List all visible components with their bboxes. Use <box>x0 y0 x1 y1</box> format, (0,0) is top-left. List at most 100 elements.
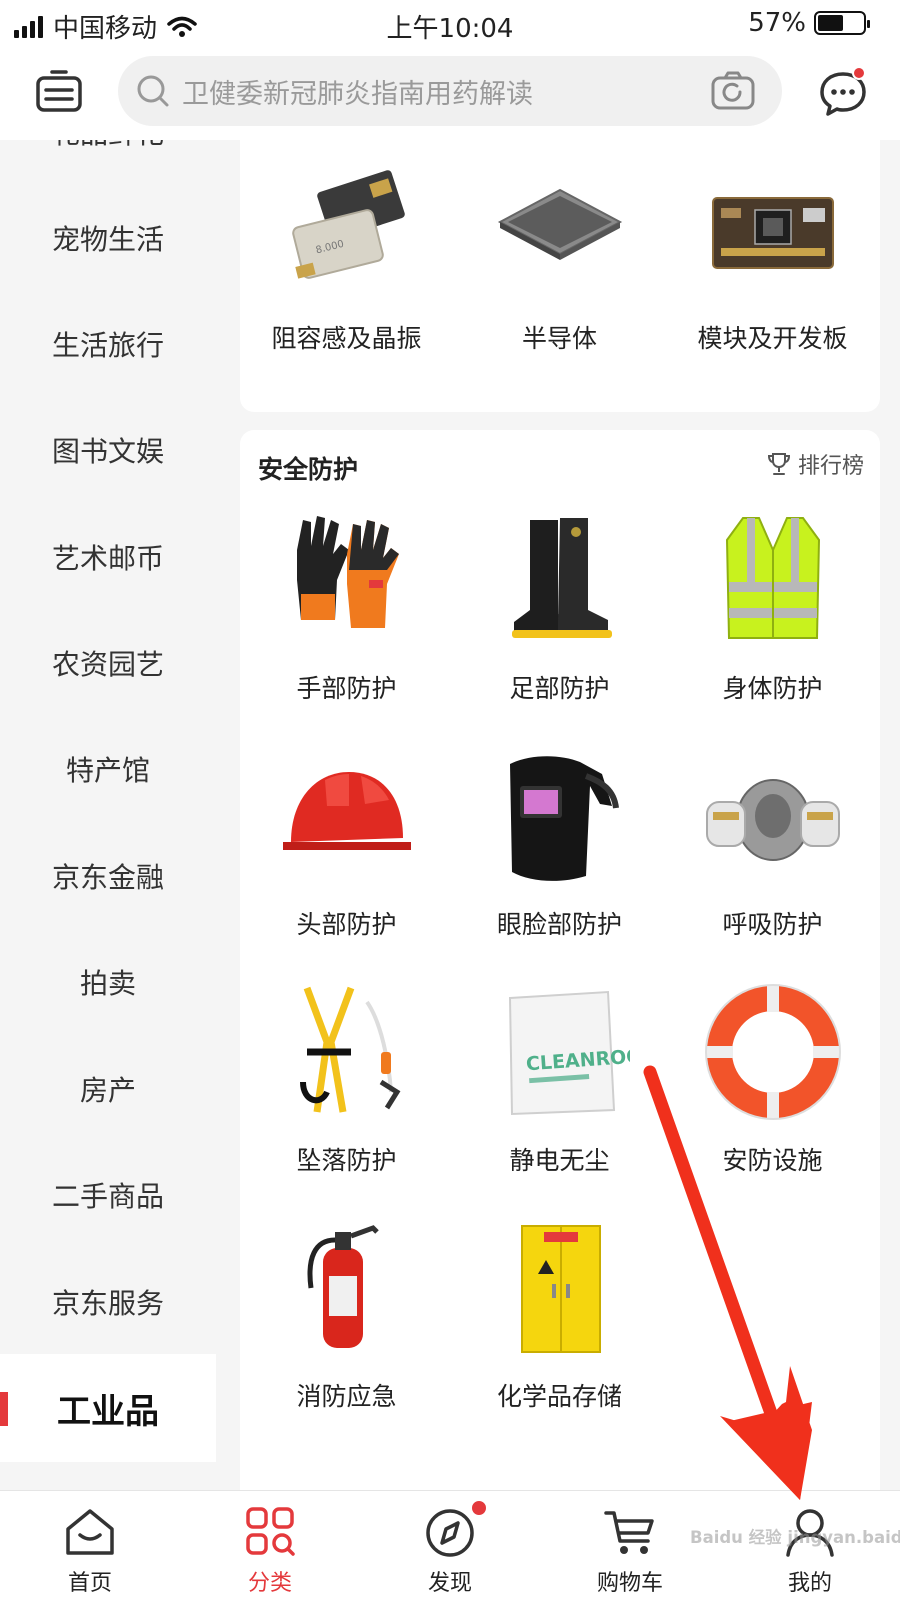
status-right: 57% <box>748 8 870 38</box>
sidebar-item-secondhand[interactable]: 二手商品 <box>0 1141 216 1249</box>
gloves-icon <box>296 516 399 628</box>
electronics-card: 8.000 阻容感及晶振 半导体 模块及开发板 <box>240 140 880 412</box>
product-fall-protection[interactable]: 坠落防护 <box>240 982 453 1177</box>
product-label: 坠落防护 <box>296 1146 397 1175</box>
respirator-icon <box>705 779 840 861</box>
product-label: 呼吸防护 <box>722 910 823 939</box>
tab-home[interactable]: 首页 <box>0 1491 180 1600</box>
sidebar-item-industrial[interactable]: 工业品 <box>0 1354 216 1462</box>
camera-icon[interactable] <box>710 70 756 112</box>
product-crystal-oscillator[interactable]: 8.000 阻容感及晶振 <box>240 160 453 355</box>
header-bar: 卫健委新冠肺炎指南用药解读 <box>0 48 900 140</box>
product-label: 安防设施 <box>722 1146 823 1175</box>
product-label: 消防应急 <box>296 1382 397 1411</box>
chemical-cabinet-icon <box>520 1225 601 1353</box>
lifebuoy-icon <box>704 984 841 1120</box>
product-label: 半导体 <box>521 324 597 353</box>
search-bar[interactable]: 卫健委新冠肺炎指南用药解读 <box>118 56 782 126</box>
sidebar-item-label: 图书文娱 <box>51 435 164 468</box>
trophy-icon <box>767 453 790 475</box>
harness-icon <box>299 986 400 1113</box>
sidebar-item-travel[interactable]: 生活旅行 <box>0 290 216 398</box>
sidebar-item-label: 艺术邮币 <box>51 542 164 575</box>
product-label: 眼脸部防护 <box>496 910 622 939</box>
ranking-label: 排行榜 <box>797 454 864 479</box>
battery-percent: 57% <box>748 8 806 38</box>
sidebar-item-label: 拍卖 <box>79 967 136 1000</box>
sidebar-item-books[interactable]: 图书文娱 <box>0 396 216 504</box>
sidebar-item-specialty[interactable]: 特产馆 <box>0 715 216 823</box>
sidebar-item-label: 京东服务 <box>51 1287 164 1320</box>
product-chemical-storage[interactable]: 化学品存储 <box>453 1218 666 1413</box>
product-fire-emergency[interactable]: 消防应急 <box>240 1218 453 1413</box>
product-dev-board[interactable]: 模块及开发板 <box>666 160 879 355</box>
sidebar-item-pets[interactable]: 宠物生活 <box>0 184 216 292</box>
tab-label: 购物车 <box>596 1571 663 1596</box>
sidebar-item-auction[interactable]: 拍卖 <box>0 928 216 1036</box>
product-security-facilities[interactable]: 安防设施 <box>666 982 879 1177</box>
app-screen: 中国移动 上午10:04 57% 卫健委新冠肺炎指南用药解读 宠物生活 生活旅行… <box>0 0 900 1600</box>
tab-label: 首页 <box>67 1571 112 1596</box>
category-sidebar: 礼品鲜花 宠物生活 生活旅行 图书文娱 艺术邮币 农资园艺 特产馆 京东金融 拍… <box>0 140 216 1490</box>
product-label: 化学品存储 <box>496 1382 622 1411</box>
cleanroom-wipers-icon: CLEANROOM <box>508 990 662 1116</box>
cart-icon <box>604 1511 654 1554</box>
product-body-protection[interactable]: 身体防护 <box>666 510 879 705</box>
home-icon <box>66 1509 114 1555</box>
scan-menu-icon[interactable] <box>34 68 84 118</box>
tab-label: 我的 <box>787 1571 832 1596</box>
sidebar-item-services[interactable]: 京东服务 <box>0 1248 216 1356</box>
sidebar-item-real-estate[interactable]: 房产 <box>0 1035 216 1143</box>
sidebar-item-label: 工业品 <box>57 1391 159 1432</box>
section-title: 安全防护 <box>258 455 359 484</box>
product-hand-protection[interactable]: 手部防护 <box>240 510 453 705</box>
sidebar-item-partial[interactable]: 礼品鲜花 <box>0 140 216 186</box>
message-button[interactable] <box>818 66 868 118</box>
sidebar-item-label: 生活旅行 <box>51 329 164 362</box>
crystal-oscillator-icon: 8.000 <box>291 170 405 279</box>
product-semiconductor[interactable]: 半导体 <box>453 160 666 355</box>
ranking-link[interactable]: 排行榜 <box>766 448 864 480</box>
product-respiratory-protection[interactable]: 呼吸防护 <box>666 746 879 941</box>
discover-icon <box>426 1509 474 1557</box>
tab-label: 分类 <box>247 1571 292 1596</box>
status-bar: 中国移动 上午10:04 57% <box>0 0 900 48</box>
product-face-protection[interactable]: 眼脸部防护 <box>453 746 666 941</box>
sidebar-item-label: 礼品鲜花 <box>52 140 164 152</box>
product-foot-protection[interactable]: 足部防护 <box>453 510 666 705</box>
sidebar-item-art-stamps[interactable]: 艺术邮币 <box>0 503 216 611</box>
sidebar-item-label: 二手商品 <box>51 1180 164 1213</box>
safety-protection-card: 安全防护 排行榜 手部防护 足部防护 身体防护 头部防护 眼脸部防护 呼吸防护 … <box>240 430 880 1490</box>
sidebar-item-label: 特产馆 <box>65 754 150 787</box>
search-icon <box>137 75 169 107</box>
message-badge <box>852 66 866 80</box>
sidebar-item-label: 农资园艺 <box>51 648 164 681</box>
discover-badge <box>470 1499 488 1517</box>
watermark: Baidu 经验 jingyan.baidu.com <box>690 1528 900 1548</box>
sidebar-item-label: 京东金融 <box>51 861 164 894</box>
vest-icon <box>725 517 820 639</box>
dev-board-icon <box>711 197 834 269</box>
product-label: 阻容感及晶振 <box>271 324 422 353</box>
product-head-protection[interactable]: 头部防护 <box>240 746 453 941</box>
sidebar-item-finance[interactable]: 京东金融 <box>0 822 216 930</box>
category-content: 8.000 阻容感及晶振 半导体 模块及开发板 安全防护 排行榜 手部防护 足部… <box>216 140 900 1490</box>
welding-mask-icon <box>509 756 619 881</box>
search-placeholder: 卫健委新冠肺炎指南用药解读 <box>182 78 533 110</box>
category-icon <box>246 1507 295 1556</box>
sidebar-item-agriculture[interactable]: 农资园艺 <box>0 609 216 717</box>
product-esd-cleanroom[interactable]: CLEANROOM 静电无尘 <box>453 982 666 1177</box>
battery-fill <box>818 15 844 31</box>
battery-icon <box>814 11 870 35</box>
product-label: 手部防护 <box>296 674 397 703</box>
product-label: 模块及开发板 <box>697 324 848 353</box>
product-label: 足部防护 <box>509 674 610 703</box>
product-label: 身体防护 <box>722 674 823 703</box>
sidebar-item-label: 房产 <box>79 1074 136 1107</box>
tab-discover[interactable]: 发现 <box>360 1491 540 1600</box>
sidebar-item-label: 宠物生活 <box>51 223 164 256</box>
fire-extinguisher-icon <box>307 1225 379 1348</box>
chip-icon <box>497 188 622 260</box>
tab-label: 发现 <box>427 1571 472 1596</box>
tab-category[interactable]: 分类 <box>180 1491 360 1600</box>
